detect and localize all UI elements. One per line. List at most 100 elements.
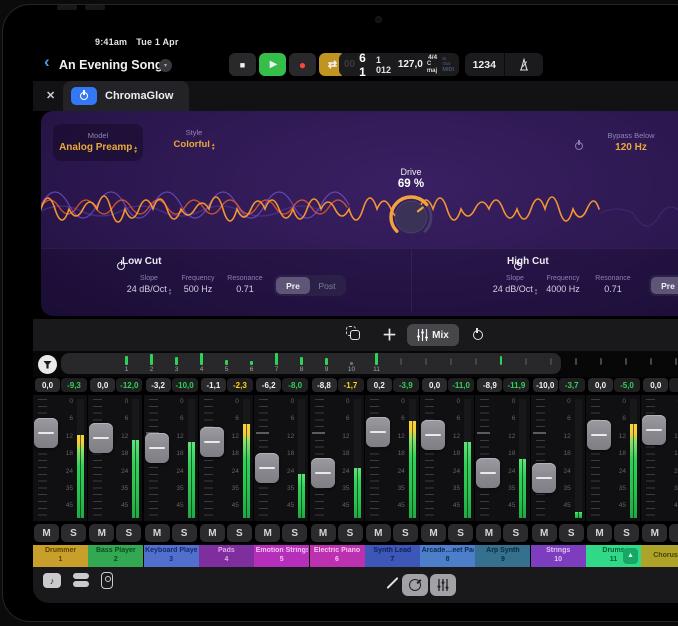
fader-cap[interactable] [255,453,279,483]
play-button[interactable]: ▶ [259,53,286,76]
fader-value[interactable]: -8,8 [312,378,337,392]
mute-button[interactable]: M [642,524,667,542]
track-name-tile[interactable]: Arcade…eet Pad8 [420,545,475,567]
low-cut-frequency[interactable]: Frequency 500 Hz [175,275,221,294]
fader-cap[interactable] [587,420,611,450]
mixer-power-icon[interactable] [473,330,483,340]
controls-button[interactable] [101,572,113,589]
track-name-tile[interactable]: Pads4 [199,545,254,567]
browser-button[interactable] [73,573,89,588]
track-name-tile[interactable]: Drummer1 [33,545,88,567]
mute-button[interactable]: M [255,524,280,542]
solo-button[interactable]: S [172,524,197,542]
mute-button[interactable]: M [89,524,114,542]
mute-button[interactable]: M [532,524,557,542]
pre-button[interactable]: Pre [651,277,678,294]
peak-value[interactable]: -2,3 [227,378,253,392]
collapse-stack-button[interactable]: ▲ [623,548,638,564]
solo-button[interactable]: S [393,524,418,542]
fader-value[interactable]: -3,2 [146,378,171,392]
solo-button[interactable]: S [227,524,252,542]
post-button[interactable]: Post [310,277,344,294]
mute-button[interactable]: M [145,524,170,542]
mute-button[interactable]: M [200,524,225,542]
track-name-tile[interactable]: Keyboard Player3 [144,545,199,567]
fader-cap[interactable] [532,463,556,493]
mute-button[interactable]: M [421,524,446,542]
high-cut-frequency[interactable]: Frequency 4000 Hz [537,275,589,294]
fader-value[interactable]: -1,1 [201,378,226,392]
close-icon[interactable]: ✕ [46,89,55,102]
stop-button[interactable]: ■ [229,53,256,76]
solo-button[interactable]: S [559,524,584,542]
style-selector[interactable]: Style Colorful▴▾ [155,128,233,151]
plugin-power-button[interactable] [71,87,97,105]
fader-cap[interactable] [89,423,113,453]
song-title[interactable]: An Evening Song [59,58,162,72]
fader-cap[interactable] [34,418,58,448]
low-cut-resonance[interactable]: Resonance 0.71 [223,275,267,294]
solo-button[interactable]: S [282,524,307,542]
peak-value[interactable]: -11,0 [448,378,474,392]
fader-value[interactable]: 0,0 [90,378,115,392]
smart-controls-button[interactable] [402,574,428,596]
fader-cap[interactable] [421,420,445,450]
mix-view-button[interactable]: Mix [407,324,459,346]
fader-value[interactable]: 0,0 [422,378,447,392]
count-in-button[interactable]: 1234 [465,59,504,71]
peak-value[interactable]: -10,0 [172,378,198,392]
fader-value[interactable]: -8,9 [477,378,502,392]
plugin-tab[interactable]: ChromaGlow [63,81,189,111]
track-name-tile[interactable]: Strings10 [531,545,586,567]
mute-button[interactable]: M [34,524,59,542]
mute-button[interactable]: M [587,524,612,542]
track-name-tile[interactable]: Synth Lead7 [365,545,420,567]
track-name-tile[interactable]: Chorus V [641,545,678,567]
fader-cap[interactable] [200,427,224,457]
copy-settings-button[interactable] [346,326,362,342]
fader-cap[interactable] [476,458,500,488]
track-name-tile[interactable]: Electric Piano6 [310,545,365,567]
metronome-button[interactable] [505,58,544,72]
song-menu-button[interactable]: ▾ [159,59,172,72]
record-button[interactable]: ● [289,53,316,76]
bypass-power-icon[interactable] [575,142,583,150]
track-name-tile[interactable]: Emotion Strings5 [254,545,309,567]
lcd-display[interactable]: 00 6 1 1 012 127,0 4/4 C maj In Out MIDI [339,53,459,76]
track-name-tile[interactable]: Arp Synth9 [475,545,530,567]
peak-value[interactable]: -5,0 [614,378,640,392]
mute-button[interactable]: M [476,524,501,542]
high-cut-resonance[interactable]: Resonance 0.71 [591,275,635,294]
fader-cap[interactable] [145,433,169,463]
peak-value[interactable]: -11,9 [503,378,529,392]
track-name-tile[interactable]: Bass Player2 [88,545,143,567]
add-track-button[interactable]: ＋ [382,324,397,345]
low-cut-slope[interactable]: Slope 24 dB/Oct▴▾ [114,275,184,296]
solo-button[interactable]: S [61,524,86,542]
fader-value[interactable]: 0,2 [367,378,392,392]
solo-button[interactable]: S [448,524,473,542]
pre-button[interactable]: Pre [276,277,310,294]
mute-button[interactable]: M [311,524,336,542]
drive-knob[interactable] [387,193,435,241]
solo-button[interactable]: S [614,524,639,542]
peak-value[interactable]: -3,7 [559,378,585,392]
loop-browser-button[interactable]: ♪ [43,573,61,588]
model-selector[interactable]: Model Analog Preamp▴▾ [53,124,143,161]
fader-cap[interactable] [642,415,666,445]
fader-value[interactable]: 0,0 [35,378,60,392]
solo-button[interactable]: S [116,524,141,542]
mixer-view-button[interactable] [430,574,456,596]
track-name-tile[interactable]: Drums11▲ [586,545,641,567]
peak-value[interactable] [669,378,678,392]
filter-button[interactable] [38,355,57,374]
peak-value[interactable]: -9,3 [61,378,87,392]
fader-value[interactable]: -6,2 [256,378,281,392]
solo-button[interactable]: S [338,524,363,542]
fader-value[interactable]: 0,0 [588,378,613,392]
overview-viewport[interactable] [61,353,561,374]
fader-cap[interactable] [311,458,335,488]
peak-value[interactable]: -12,0 [116,378,142,392]
fader-cap[interactable] [366,417,390,447]
peak-value[interactable]: -3,9 [393,378,419,392]
